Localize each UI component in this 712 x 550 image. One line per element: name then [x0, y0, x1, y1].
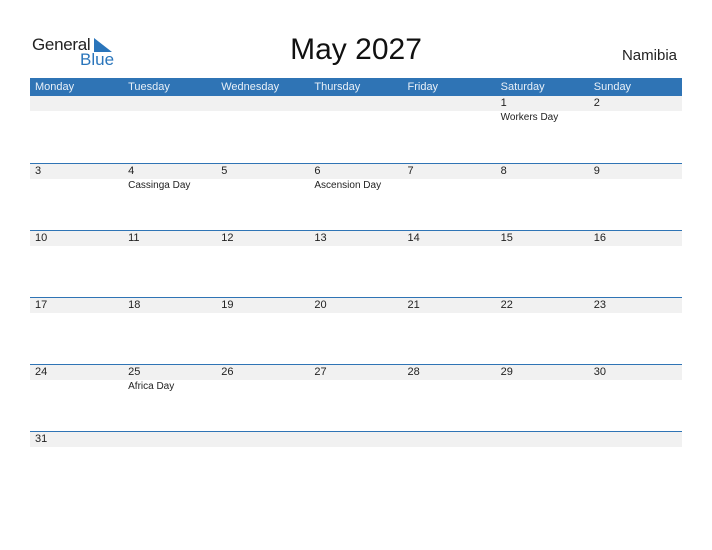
day-number: 27	[314, 366, 327, 378]
date-number-row: 12	[30, 96, 682, 111]
date-number-row: 31	[30, 432, 682, 447]
day-number: 25	[128, 366, 141, 378]
day-number: 9	[593, 165, 600, 177]
day-number	[216, 96, 309, 111]
holiday-label	[589, 380, 682, 394]
weekday-header: Monday Tuesday Wednesday Thursday Friday…	[30, 78, 682, 96]
holiday-label	[589, 179, 682, 193]
day-number: 5	[221, 165, 228, 177]
day-number: 10	[35, 232, 48, 244]
holiday-label: Africa Day	[128, 381, 175, 392]
day-number: 1	[500, 97, 507, 109]
day-number: 2	[593, 97, 600, 109]
day-number: 8	[500, 165, 507, 177]
day-number: 6	[314, 165, 321, 177]
weekday-wednesday: Wednesday	[221, 81, 280, 93]
day-number: 31	[35, 433, 48, 445]
day-number: 22	[500, 299, 513, 311]
calendar-grid: Monday Tuesday Wednesday Thursday Friday…	[30, 78, 682, 498]
day-number: 4	[128, 165, 135, 177]
holiday-label	[403, 179, 496, 193]
weekday-saturday: Saturday	[500, 81, 545, 93]
week-row: 3 4 5 6 7 8 9 Cassinga Day Ascension Day	[30, 163, 682, 230]
holiday-label	[216, 380, 309, 394]
holiday-label	[403, 111, 496, 125]
holiday-label	[589, 111, 682, 125]
day-number	[403, 96, 496, 111]
week-row: 24 25 26 27 28 29 30 Africa Day	[30, 364, 682, 431]
day-number: 13	[314, 232, 327, 244]
day-number	[123, 96, 216, 111]
holiday-label: Workers Day	[500, 112, 559, 123]
weekday-tuesday: Tuesday	[128, 81, 170, 93]
week-row: 1 2 Workers Day	[30, 96, 682, 163]
weeks-container: 1 2 Workers Day 3 4 5 6 7 8 9 Cassinga Day Ascensio…	[30, 96, 682, 498]
week-row: 10 11 12 13 14 15 16	[30, 230, 682, 297]
date-number-row: 24 25 26 27 28 29 30	[30, 365, 682, 380]
week-row: 17 18 19 20 21 22 23	[30, 297, 682, 364]
week-row: 31	[30, 431, 682, 498]
day-number: 29	[500, 366, 513, 378]
day-number: 28	[407, 366, 420, 378]
holiday-label: Cassinga Day	[128, 180, 191, 191]
day-number	[30, 96, 123, 111]
holiday-label	[309, 380, 402, 394]
holiday-label	[496, 380, 589, 394]
day-number	[403, 432, 496, 447]
weekday-friday: Friday	[407, 81, 439, 93]
day-number: 15	[500, 232, 513, 244]
day-number: 17	[35, 299, 48, 311]
day-number	[309, 96, 402, 111]
day-number: 3	[35, 165, 42, 177]
date-number-row: 3 4 5 6 7 8 9	[30, 164, 682, 179]
holiday-label	[30, 179, 123, 193]
day-number	[589, 432, 682, 447]
day-number: 12	[221, 232, 234, 244]
day-number	[496, 432, 589, 447]
day-number: 30	[593, 366, 606, 378]
day-number: 19	[221, 299, 234, 311]
day-number: 7	[407, 165, 414, 177]
holiday-row: Workers Day	[30, 111, 682, 125]
country-label: Namibia	[621, 47, 677, 64]
day-number: 11	[128, 232, 140, 244]
holiday-label	[496, 179, 589, 193]
holiday-label	[216, 179, 309, 193]
day-number: 16	[593, 232, 606, 244]
holiday-label	[216, 111, 309, 125]
holiday-label	[309, 111, 402, 125]
holiday-row: Africa Day	[30, 380, 682, 394]
day-number	[216, 432, 309, 447]
day-number: 24	[35, 366, 48, 378]
day-number: 21	[407, 299, 420, 311]
date-number-row: 17 18 19 20 21 22 23	[30, 298, 682, 313]
date-number-row: 10 11 12 13 14 15 16	[30, 231, 682, 246]
day-number: 26	[221, 366, 234, 378]
day-number: 14	[407, 232, 420, 244]
day-number	[309, 432, 402, 447]
day-number: 18	[128, 299, 141, 311]
holiday-label	[123, 111, 216, 125]
holiday-label	[30, 111, 123, 125]
calendar-title: May 2027	[290, 33, 422, 66]
weekday-monday: Monday	[35, 81, 75, 93]
day-number: 23	[593, 299, 606, 311]
holiday-label: Ascension Day	[314, 180, 382, 191]
day-number: 20	[314, 299, 327, 311]
holiday-label	[403, 380, 496, 394]
weekday-thursday: Thursday	[314, 81, 361, 93]
weekday-sunday: Sunday	[593, 81, 632, 93]
holiday-row: Cassinga Day Ascension Day	[30, 179, 682, 193]
holiday-label	[30, 380, 123, 394]
day-number	[123, 432, 216, 447]
